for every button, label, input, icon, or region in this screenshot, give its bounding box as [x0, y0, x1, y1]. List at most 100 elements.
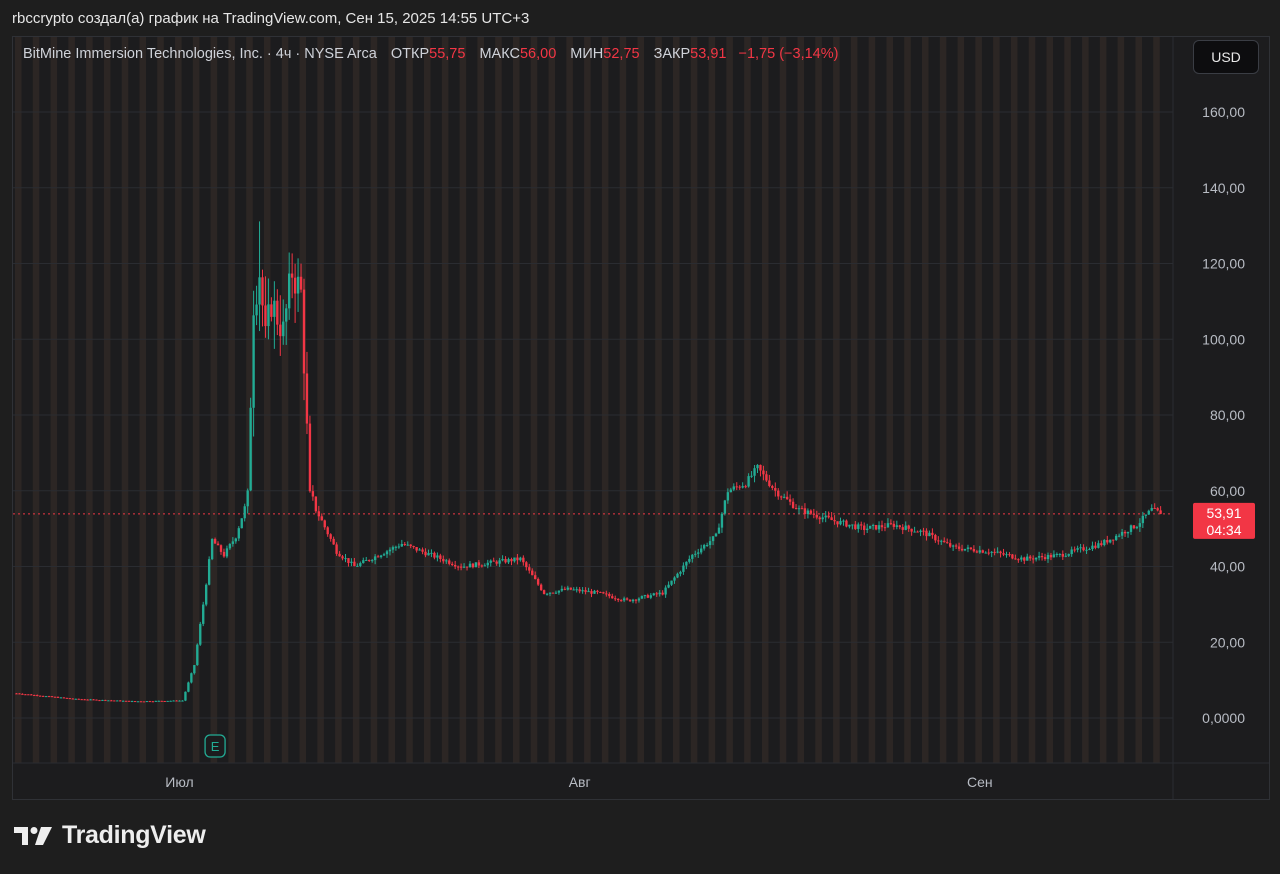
session-band: [797, 37, 805, 763]
candle-body: [498, 560, 501, 564]
candle-body: [166, 700, 169, 702]
candle-body: [130, 701, 134, 703]
candle-body: [299, 276, 303, 290]
candle-body: [551, 592, 555, 594]
candle-body: [1082, 547, 1085, 551]
candle-body: [860, 524, 863, 526]
candle-body: [857, 524, 860, 529]
candle-body: [723, 500, 727, 514]
candle-body: [711, 536, 715, 542]
candle-body: [1064, 555, 1067, 557]
candle-body: [898, 525, 901, 528]
candle-body: [539, 584, 543, 591]
candle-body: [308, 423, 312, 492]
candle-body: [966, 547, 970, 549]
candle-body: [468, 563, 472, 568]
candle-body: [948, 543, 952, 547]
y-tick-label: 120,00: [1202, 256, 1245, 272]
candle-body: [510, 559, 513, 562]
candle-body: [1141, 515, 1145, 524]
candle-body: [1106, 540, 1109, 543]
session-band: [673, 37, 680, 763]
session-band: [779, 37, 787, 763]
candle-body: [101, 699, 104, 701]
candle-body: [329, 534, 332, 539]
session-band: [370, 37, 378, 763]
candle-body: [1144, 514, 1147, 516]
candle-body: [984, 552, 987, 554]
candle-body: [1052, 554, 1056, 558]
session-band: [299, 37, 307, 763]
session-band: [761, 37, 769, 763]
candle-body: [33, 694, 36, 696]
candle-body: [880, 525, 884, 528]
candle-body: [797, 508, 801, 510]
candle-body: [605, 593, 608, 595]
session-band: [512, 37, 520, 763]
candle-body: [178, 700, 181, 702]
candle-body: [1112, 539, 1115, 541]
candle-body: [1067, 554, 1070, 556]
candle-body: [439, 555, 442, 559]
candle-body: [338, 553, 341, 557]
candle-body: [1117, 535, 1121, 537]
candle-body: [957, 546, 961, 549]
candle-body: [581, 590, 584, 592]
candle-body: [774, 488, 777, 491]
session-band: [815, 37, 822, 763]
candle-body: [679, 571, 682, 574]
session-band: [1135, 37, 1142, 763]
session-band: [868, 37, 876, 763]
candle-body: [667, 584, 670, 588]
candle-body: [714, 533, 718, 537]
candle-body: [145, 701, 149, 703]
candle-body: [726, 492, 730, 501]
candle-body: [270, 304, 273, 317]
currency-button[interactable]: USD: [1193, 40, 1259, 74]
candle-body: [522, 557, 525, 563]
candle-body: [314, 496, 318, 512]
session-band: [1010, 37, 1018, 763]
candle-body: [83, 699, 86, 701]
chart-area[interactable]: 160,00 140,00 120,00 100,00 80,00 60,00 40,00 2…: [12, 36, 1270, 800]
candle-body: [1091, 545, 1094, 550]
x-tick-label: Июл: [165, 774, 193, 790]
candle-body: [287, 273, 291, 309]
candle-body: [599, 591, 602, 593]
candle-body: [53, 696, 57, 698]
candle-body: [403, 543, 406, 545]
candle-body: [534, 575, 537, 580]
tradingview-brand: TradingView: [14, 821, 206, 850]
candle-body: [655, 593, 658, 595]
y-tick-label: 40,00: [1210, 559, 1245, 575]
y-tick-label: 80,00: [1210, 407, 1245, 423]
candle-body: [267, 304, 270, 327]
candle-body: [782, 496, 786, 498]
price-chart[interactable]: 160,00 140,00 120,00 100,00 80,00 60,00 40,00 2…: [13, 37, 1269, 799]
candle-body: [717, 527, 721, 534]
candle-body: [569, 587, 572, 590]
candle-body: [913, 531, 916, 533]
session-band: [32, 37, 40, 763]
candle-body: [1020, 557, 1023, 560]
candle-body: [30, 694, 33, 696]
candle-body: [584, 590, 587, 592]
candle-body: [293, 277, 297, 294]
candle-body: [113, 700, 116, 702]
candle-body: [874, 524, 878, 530]
candle-body: [462, 566, 466, 568]
candle-body: [424, 551, 427, 556]
candle-body: [637, 598, 641, 601]
candle-body: [341, 556, 344, 559]
candle-body: [1085, 549, 1088, 551]
candle-body: [756, 464, 759, 469]
candle-body: [397, 546, 401, 548]
low-label: МИН: [570, 46, 604, 62]
candle-body: [169, 700, 172, 702]
candle-body: [590, 591, 593, 594]
candle-body: [990, 551, 993, 553]
candle-body: [960, 548, 964, 551]
candle-body: [151, 701, 155, 703]
candle-body: [975, 551, 979, 553]
candle-body: [282, 321, 285, 337]
